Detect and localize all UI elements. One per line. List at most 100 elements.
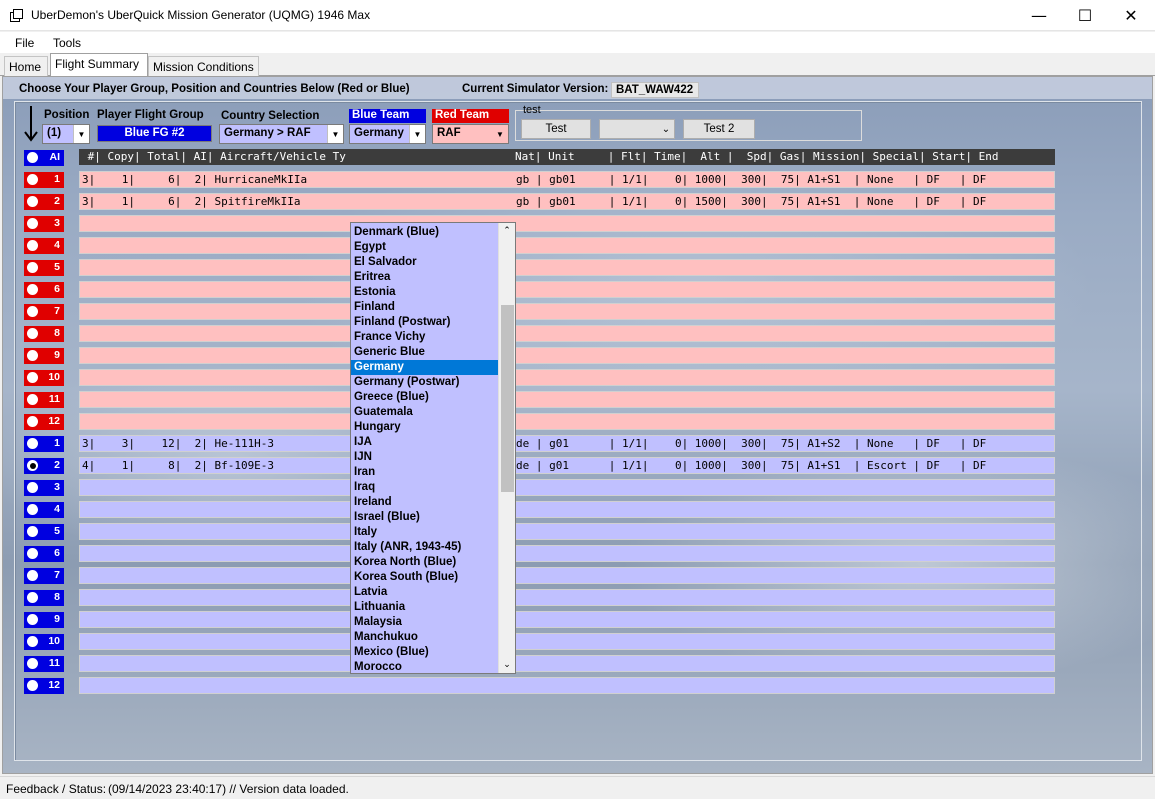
dropdown-option[interactable]: Egypt — [351, 240, 499, 255]
dropdown-option[interactable]: Manchukuo — [351, 630, 499, 645]
table-row[interactable] — [79, 237, 1055, 254]
dropdown-option[interactable]: Korea North (Blue) — [351, 555, 499, 570]
dropdown-option[interactable]: Ireland — [351, 495, 499, 510]
table-row[interactable] — [79, 303, 1055, 320]
dropdown-option[interactable]: Generic Blue — [351, 345, 499, 360]
red-row-selector[interactable]: 4 — [24, 238, 64, 254]
dropdown-option[interactable]: IJA — [351, 435, 499, 450]
dropdown-option[interactable]: Lithuania — [351, 600, 499, 615]
dropdown-option[interactable]: Germany — [351, 360, 499, 375]
red-row-selector[interactable]: 1 — [24, 172, 64, 188]
dropdown-option[interactable]: Iraq — [351, 480, 499, 495]
red-row-selector[interactable]: 9 — [24, 348, 64, 364]
maximize-button[interactable]: ☐ — [1062, 0, 1108, 31]
close-button[interactable]: ✕ — [1108, 0, 1154, 31]
table-row[interactable] — [79, 633, 1055, 650]
blue-row-selector[interactable]: 5 — [24, 524, 64, 540]
red-row-selector[interactable]: 11 — [24, 392, 64, 408]
table-row[interactable]: 3| 1| 6| 2| SpitfireMkIIa gb | gb01 | 1/1… — [79, 193, 1055, 210]
blue-row-selector[interactable]: 2 — [24, 458, 64, 474]
dropdown-option[interactable]: Malaysia — [351, 615, 499, 630]
dropdown-option[interactable]: El Salvador — [351, 255, 499, 270]
blue-row-selector[interactable]: 7 — [24, 568, 64, 584]
scroll-down-icon[interactable]: ⌄ — [499, 657, 515, 673]
red-row-selector[interactable]: 6 — [24, 282, 64, 298]
red-row-selector[interactable]: 12 — [24, 414, 64, 430]
country-selection-select[interactable]: Germany > RAF ▼ — [219, 124, 344, 144]
dropdown-option[interactable]: France Vichy — [351, 330, 499, 345]
table-row[interactable] — [79, 501, 1055, 518]
test-button[interactable]: Test — [521, 119, 591, 139]
blue-row-selector[interactable]: 8 — [24, 590, 64, 606]
red-team-select[interactable]: RAF ▼ — [432, 124, 509, 144]
table-row[interactable] — [79, 567, 1055, 584]
red-row-selector[interactable]: 8 — [24, 326, 64, 342]
table-row[interactable] — [79, 479, 1055, 496]
red-row-selector[interactable]: 5 — [24, 260, 64, 276]
ai-toggle[interactable]: AI — [24, 150, 64, 166]
dropdown-option[interactable]: Eritrea — [351, 270, 499, 285]
blue-row-selector[interactable]: 1 — [24, 436, 64, 452]
dropdown-scrollbar[interactable]: ⌃ ⌄ — [498, 223, 515, 673]
red-row-selector[interactable]: 3 — [24, 216, 64, 232]
table-row[interactable] — [79, 677, 1055, 694]
dropdown-option[interactable]: Israel (Blue) — [351, 510, 499, 525]
blue-team-select[interactable]: Germany ▼ — [349, 124, 426, 144]
blue-row-selector[interactable]: 12 — [24, 678, 64, 694]
dropdown-option[interactable]: Hungary — [351, 420, 499, 435]
dropdown-option[interactable]: Italy — [351, 525, 499, 540]
dropdown-option[interactable]: Guatemala — [351, 405, 499, 420]
menu-tools[interactable]: Tools — [53, 36, 81, 50]
tab-flight-summary[interactable]: Flight Summary — [50, 53, 148, 77]
menu-file[interactable]: File — [15, 36, 34, 50]
table-row[interactable]: 3| 3| 12| 2| He-111H-3 de | g01 | 1/1| 0|… — [79, 435, 1055, 452]
blue-row-selector[interactable]: 10 — [24, 634, 64, 650]
table-row[interactable]: 4| 1| 8| 2| Bf-109E-3 de | g01 | 1/1| 0| … — [79, 457, 1055, 474]
table-row[interactable] — [79, 545, 1055, 562]
table-row[interactable] — [79, 611, 1055, 628]
dropdown-option[interactable]: Mexico (Blue) — [351, 645, 499, 660]
blue-row-selector[interactable]: 9 — [24, 612, 64, 628]
table-row[interactable]: 3| 1| 6| 2| HurricaneMkIIa gb | gb01 | 1/… — [79, 171, 1055, 188]
dropdown-option[interactable]: Germany (Postwar) — [351, 375, 499, 390]
table-row[interactable] — [79, 281, 1055, 298]
scrollbar-thumb[interactable] — [501, 305, 514, 492]
dropdown-option[interactable]: Morocco — [351, 660, 499, 673]
dropdown-option[interactable]: Estonia — [351, 285, 499, 300]
dropdown-option[interactable]: Italy (ANR, 1943-45) — [351, 540, 499, 555]
table-row[interactable] — [79, 391, 1055, 408]
dropdown-option[interactable]: Greece (Blue) — [351, 390, 499, 405]
test-2-button[interactable]: Test 2 — [683, 119, 755, 139]
tab-home[interactable]: Home — [4, 56, 48, 76]
dropdown-option[interactable]: Finland (Postwar) — [351, 315, 499, 330]
red-row-selector[interactable]: 10 — [24, 370, 64, 386]
table-row[interactable] — [79, 523, 1055, 540]
test-combo[interactable]: ⌄ — [599, 119, 675, 139]
table-row[interactable] — [79, 215, 1055, 232]
dropdown-option[interactable]: IJN — [351, 450, 499, 465]
blue-row-selector[interactable]: 3 — [24, 480, 64, 496]
table-row[interactable] — [79, 589, 1055, 606]
ai-label: AI — [49, 151, 61, 163]
table-row[interactable] — [79, 347, 1055, 364]
dropdown-option[interactable]: Iran — [351, 465, 499, 480]
table-row[interactable] — [79, 369, 1055, 386]
dropdown-option[interactable]: Latvia — [351, 585, 499, 600]
tab-mission-conditions[interactable]: Mission Conditions — [148, 56, 259, 76]
blue-row-selector[interactable]: 6 — [24, 546, 64, 562]
dropdown-option[interactable]: Finland — [351, 300, 499, 315]
position-select[interactable]: (1) ▼ — [42, 124, 90, 144]
red-row-selector[interactable]: 2 — [24, 194, 64, 210]
blue-row-selector[interactable]: 11 — [24, 656, 64, 672]
blue-row-selector[interactable]: 4 — [24, 502, 64, 518]
table-row[interactable] — [79, 325, 1055, 342]
dropdown-option[interactable]: Denmark (Blue) — [351, 225, 499, 240]
blue-team-dropdown-list[interactable]: Denmark (Blue) Egypt El Salvador Eritrea Est… — [350, 222, 516, 674]
scroll-up-icon[interactable]: ⌃ — [499, 223, 515, 239]
table-row[interactable] — [79, 413, 1055, 430]
table-row[interactable] — [79, 655, 1055, 672]
table-row[interactable] — [79, 259, 1055, 276]
dropdown-option[interactable]: Korea South (Blue) — [351, 570, 499, 585]
minimize-button[interactable]: — — [1016, 0, 1062, 31]
red-row-selector[interactable]: 7 — [24, 304, 64, 320]
